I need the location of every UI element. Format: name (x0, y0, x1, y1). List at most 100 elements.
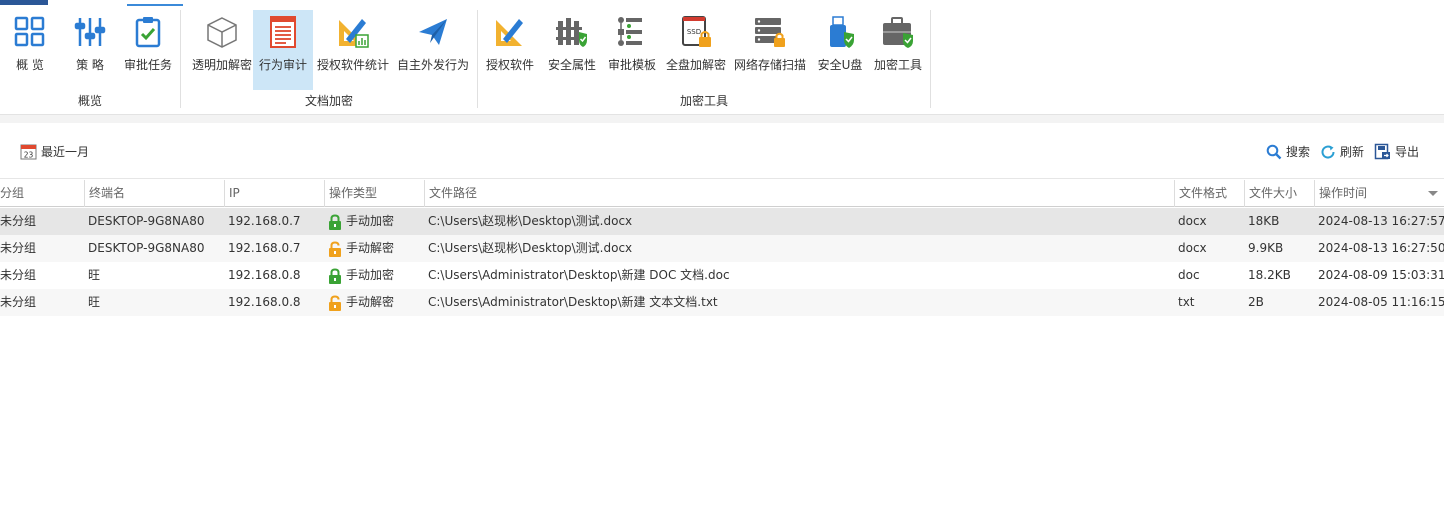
table-row[interactable]: 未分组 DESKTOP-9G8NA80 192.168.0.7 手动解密 C:\User… (0, 235, 1444, 262)
svg-text:23: 23 (24, 151, 34, 160)
cell-ip: 192.168.0.7 (228, 241, 301, 255)
date-range-label: 最近一月 (41, 145, 90, 159)
operation-label: 手动加密 (346, 214, 395, 228)
unlock-icon (329, 294, 341, 311)
ribbon-button-label: 全盘加解密 (665, 58, 726, 72)
ribbon-group-doc-encryption: 透明加解密 行为审计 授权软件统计 自主外发行为 文档加密 (181, 0, 477, 113)
cell-format: doc (1178, 268, 1200, 282)
cell-time: 2024-08-13 16:27:57 (1318, 214, 1444, 228)
cell-group: 未分组 (0, 295, 37, 309)
search-button[interactable]: 搜索 (1266, 143, 1310, 160)
cell-group: 未分组 (0, 214, 37, 228)
column-header-size[interactable]: 文件大小 (1244, 180, 1314, 207)
ribbon-group-label: 文档加密 (304, 94, 353, 108)
grid-icon (12, 14, 48, 50)
licensed-software-stats-button[interactable]: 授权软件统计 (315, 10, 391, 90)
ruler-pencil-icon (492, 14, 528, 50)
ribbon-button-label: 加密工具 (873, 58, 922, 72)
cell-format: docx (1178, 241, 1207, 255)
column-header-format[interactable]: 文件格式 (1174, 180, 1244, 207)
cell-format: docx (1178, 214, 1207, 228)
cell-size: 2B (1248, 295, 1264, 309)
approval-template-button[interactable]: 审批模板 (604, 10, 660, 90)
cell-terminal: 旺 (88, 295, 101, 309)
secure-usb-button[interactable]: 安全U盘 (812, 10, 868, 90)
ribbon-button-label: 安全属性 (547, 58, 596, 72)
cell-path: C:\Users\Administrator\Desktop\新建 DOC 文档… (428, 268, 730, 282)
date-range-filter[interactable]: 23 最近一月 (20, 143, 89, 160)
ribbon-button-label: 透明加解密 (191, 58, 252, 72)
approval-tasks-button[interactable]: 审批任务 (120, 10, 176, 90)
cell-ip: 192.168.0.8 (228, 295, 301, 309)
cell-size: 9.9KB (1248, 241, 1284, 255)
column-header-ip[interactable]: IP (224, 180, 324, 207)
cell-size: 18.2KB (1248, 268, 1291, 282)
licensed-software-button[interactable]: 授权软件 (482, 10, 538, 90)
overview-button[interactable]: 概 览 (6, 10, 54, 90)
cell-time: 2024-08-13 16:27:50 (1318, 241, 1444, 255)
cell-size: 18KB (1248, 214, 1280, 228)
cell-operation: 手动解密 (324, 289, 394, 316)
policy-button[interactable]: 策 略 (66, 10, 114, 90)
column-header-path[interactable]: 文件路径 (424, 180, 1174, 207)
ribbon-bottom-band (0, 115, 1444, 123)
lock-icon (329, 213, 341, 230)
transparent-crypto-button[interactable]: 透明加解密 (187, 10, 257, 90)
full-disk-crypto-button[interactable]: SSD 全盘加解密 (664, 10, 728, 90)
svg-text:SSD: SSD (687, 28, 701, 36)
refresh-button[interactable]: 刷新 (1320, 143, 1364, 160)
column-header-time-label: 操作时间 (1319, 186, 1368, 200)
clipboard-check-icon (130, 14, 166, 50)
operation-label: 手动加密 (346, 268, 395, 282)
ssd-lock-icon: SSD (678, 14, 714, 50)
ribbon-group-crypto-tools: 授权软件 安全属性 审批模板 SSD 全盘加解密 网络存储扫描 安全U盘 加密工… (478, 0, 930, 113)
cell-time: 2024-08-05 11:16:15 (1318, 295, 1444, 309)
column-header-group[interactable]: 分组 (0, 180, 84, 207)
toolbox-shield-icon (880, 14, 916, 50)
document-list-icon (265, 14, 301, 50)
cell-operation: 手动解密 (324, 235, 394, 262)
paper-plane-icon (415, 14, 451, 50)
ribbon-button-label: 授权软件 (485, 58, 534, 72)
cell-path: C:\Users\赵现彬\Desktop\测试.docx (428, 241, 633, 255)
usb-shield-icon (822, 14, 858, 50)
cell-terminal: DESKTOP-9G8NA80 (88, 214, 205, 228)
table-header: 分组 终端名 IP 操作类型 文件路径 文件格式 文件大小 操作时间 (0, 180, 1444, 207)
cell-group: 未分组 (0, 268, 37, 282)
filter-toolbar: 23 最近一月 搜索 刷新 导出 (0, 123, 1444, 179)
calendar-icon: 23 (20, 144, 37, 160)
ribbon-button-label: 授权软件统计 (316, 58, 389, 72)
server-lock-icon (752, 14, 788, 50)
unlock-icon (329, 240, 341, 257)
cell-path: C:\Users\Administrator\Desktop\新建 文本文档.t… (428, 295, 718, 309)
cell-time: 2024-08-09 15:03:31 (1318, 268, 1444, 282)
behavior-audit-button[interactable]: 行为审计 (253, 10, 313, 90)
network-storage-scan-button[interactable]: 网络存储扫描 (732, 10, 808, 90)
ribbon-button-label: 概 览 (16, 58, 44, 72)
refresh-label: 刷新 (1340, 145, 1365, 159)
cell-ip: 192.168.0.8 (228, 268, 301, 282)
ribbon: 概 览 策 略 审批任务 概览 透明加解密 行为审计 授权软件统计 自主外发行为… (0, 0, 1444, 115)
ribbon-divider (930, 10, 931, 108)
flowchart-icon (614, 14, 650, 50)
table-row[interactable]: 未分组 旺 192.168.0.8 手动解密 C:\Users\Administrato… (0, 289, 1444, 316)
crypto-tools-button[interactable]: 加密工具 (870, 10, 926, 90)
table-row[interactable]: 未分组 DESKTOP-9G8NA80 192.168.0.7 手动加密 C:\User… (0, 208, 1444, 235)
table-row[interactable]: 未分组 旺 192.168.0.8 手动加密 C:\Users\Administrato… (0, 262, 1444, 289)
export-button[interactable]: 导出 (1374, 143, 1419, 160)
search-label: 搜索 (1286, 145, 1311, 159)
operation-label: 手动解密 (346, 241, 395, 255)
column-header-time[interactable]: 操作时间 (1314, 180, 1444, 207)
cube-icon (204, 14, 240, 50)
ribbon-button-label: 行为审计 (258, 58, 307, 72)
outbound-behavior-button[interactable]: 自主外发行为 (395, 10, 471, 90)
column-header-terminal[interactable]: 终端名 (84, 180, 224, 207)
ruler-pencil-chart-icon (335, 14, 371, 50)
refresh-icon (1321, 145, 1335, 159)
column-header-operation[interactable]: 操作类型 (324, 180, 424, 207)
cell-terminal: DESKTOP-9G8NA80 (88, 241, 205, 255)
sort-descending-icon (1428, 191, 1438, 196)
ribbon-button-label: 网络存储扫描 (733, 58, 806, 72)
cell-path: C:\Users\赵现彬\Desktop\测试.docx (428, 214, 633, 228)
security-attributes-button[interactable]: 安全属性 (544, 10, 600, 90)
